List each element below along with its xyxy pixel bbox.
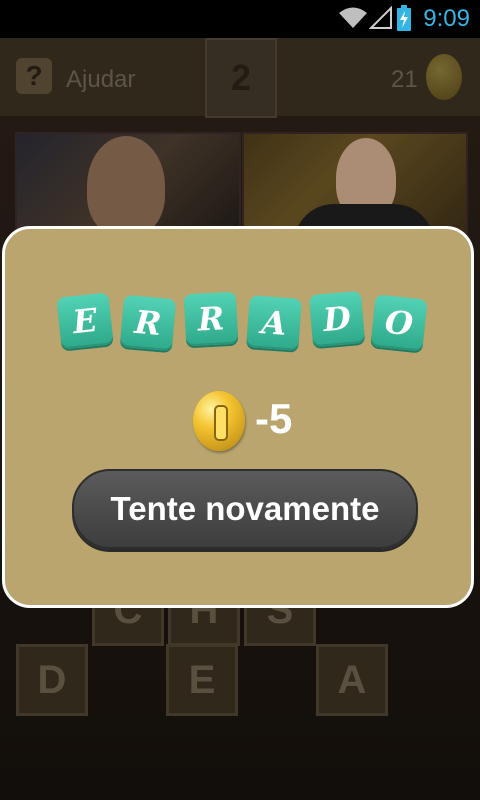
word-tile: D xyxy=(308,290,366,348)
try-again-button[interactable]: Tente novamente xyxy=(72,469,418,549)
clock: 9:09 xyxy=(423,5,470,32)
signal-icon xyxy=(369,6,392,29)
status-bar: 9:09 xyxy=(0,0,480,38)
word-tile: O xyxy=(370,294,428,352)
word-tile: R xyxy=(183,291,239,347)
coin-icon xyxy=(193,391,245,451)
result-word: E R R A D O xyxy=(56,290,429,353)
battery-icon xyxy=(397,5,411,31)
penalty-amount: -5 xyxy=(255,395,293,442)
result-dialog: E R R A D O -5 Tente novamente xyxy=(2,226,474,608)
word-tile: R xyxy=(119,294,177,352)
word-tile: E xyxy=(56,292,114,350)
wifi-icon xyxy=(339,7,367,28)
word-tile: A xyxy=(246,295,302,351)
